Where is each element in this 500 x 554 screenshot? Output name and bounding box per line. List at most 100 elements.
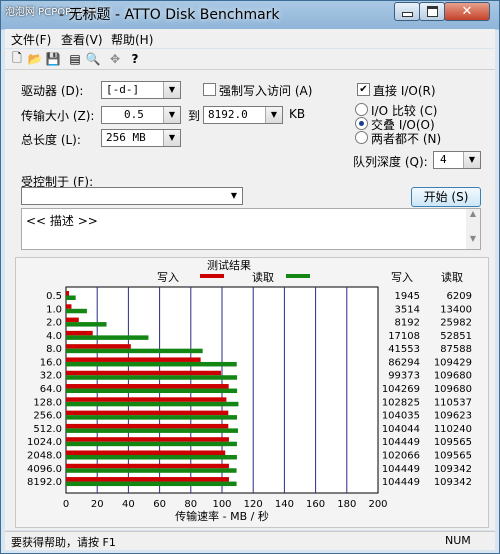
write-bar (66, 384, 229, 389)
x-tick-label: 180 (337, 499, 356, 510)
y-tick-label: 1.0 (46, 304, 62, 315)
queue-depth-select[interactable]: 4 ▼ (433, 151, 481, 169)
print-preview-icon[interactable]: ▤ (67, 51, 83, 67)
transfer-size-label: 传输大小 (Z): (21, 109, 95, 123)
y-tick-label: 32.0 (40, 371, 62, 382)
neither-radio[interactable] (355, 131, 368, 144)
y-tick-label: 8.0 (46, 344, 62, 355)
x-tick-label: 80 (184, 499, 197, 510)
y-tick-label: 2048.0 (27, 450, 62, 461)
y-tick-label: 4.0 (46, 331, 62, 342)
neither-label: 两者都不 (N) (371, 132, 442, 146)
write-value: 104449 (382, 464, 420, 475)
start-button[interactable]: 开始 (S) (411, 187, 481, 207)
read-bar (66, 348, 203, 354)
direct-io-checkbox[interactable]: ✔ (357, 83, 370, 96)
read-bar (66, 468, 237, 473)
write-value: 104035 (382, 411, 420, 422)
y-tick-label: 0.5 (46, 291, 62, 302)
direct-io-label: 直接 I/O(R) (373, 84, 436, 98)
write-value: 104449 (382, 477, 420, 488)
write-column-header: 写入 (391, 271, 413, 284)
title-bar[interactable]: 泡泡网 PCPOP.COM - 无标题 - ATTO Disk Benchmar… (1, 1, 499, 27)
write-value: 86294 (388, 357, 420, 368)
legend-write-label: 写入 (157, 271, 179, 284)
maximize-button[interactable] (419, 2, 445, 21)
read-value: 109342 (434, 477, 472, 488)
overlap-io-radio[interactable] (355, 117, 368, 130)
write-bar (66, 330, 93, 336)
write-value: 104044 (382, 424, 420, 435)
chevron-down-icon: ▼ (163, 82, 180, 98)
close-button[interactable]: ✕ (444, 2, 490, 21)
menu-view[interactable]: 查看(V) (61, 31, 103, 48)
drive-value: [-d-] (106, 83, 140, 96)
x-tick-label: 140 (275, 499, 294, 510)
total-length-label: 总长度 (L): (21, 133, 81, 147)
x-tick-label: 100 (212, 499, 231, 510)
read-bar (66, 335, 149, 340)
transfer-from-value: 0.5 (124, 108, 144, 121)
write-value: 102825 (382, 397, 420, 408)
write-value: 41553 (388, 344, 420, 355)
scroll-down-icon[interactable]: ▼ (466, 234, 480, 243)
menu-help[interactable]: 帮助(H) (111, 31, 153, 48)
open-folder-icon[interactable]: 📂 (27, 51, 43, 67)
read-bar (66, 401, 239, 407)
x-tick-label: 0 (63, 499, 69, 510)
transfer-from-select[interactable]: 0.5 ▼ (101, 106, 181, 124)
read-value: 109429 (434, 357, 472, 368)
status-bar: 要获得帮助，请按 F1 NUM (5, 531, 495, 550)
zoom-icon[interactable]: 🔍 (85, 51, 101, 67)
main-panel: 驱动器 (D): [-d-] ▼ 强制写入访问 (A) ✔ 直接 I/O(R) … (5, 70, 495, 530)
minimize-icon (401, 12, 413, 17)
y-tick-label: 1024.0 (27, 437, 62, 448)
menu-file[interactable]: 文件(F) (11, 31, 51, 48)
move-icon[interactable]: ✥ (107, 51, 123, 67)
description-scrollbar[interactable]: ▲ ▼ (466, 209, 480, 249)
total-length-value: 256 MB (106, 131, 146, 144)
chevron-down-icon: ▼ (163, 107, 180, 123)
y-tick-label: 4096.0 (27, 464, 62, 475)
write-value: 102066 (382, 450, 420, 461)
chevron-down-icon: ▼ (163, 130, 180, 146)
read-bar (66, 375, 238, 380)
drive-select[interactable]: [-d-] ▼ (101, 81, 181, 99)
transfer-to-select[interactable]: 8192.0 ▼ (203, 106, 283, 124)
drive-label: 驱动器 (D): (21, 84, 84, 98)
write-bar (66, 344, 131, 349)
y-tick-label: 2.0 (46, 318, 62, 329)
minimize-button[interactable] (394, 2, 420, 21)
app-window: 泡泡网 PCPOP.COM - 无标题 - ATTO Disk Benchmar… (0, 0, 500, 554)
status-help-text: 要获得帮助，请按 F1 (11, 536, 116, 549)
toolbar: 🗋 📂 💾 ▤ 🔍 ✥ ? (5, 49, 495, 70)
chart-title: 测试结果 (207, 259, 251, 272)
io-compare-radio[interactable] (355, 103, 368, 116)
window-title: - 无标题 - ATTO Disk Benchmark (59, 7, 280, 23)
controlled-by-select[interactable]: ▼ (21, 187, 243, 205)
legend-write-swatch (200, 274, 224, 278)
scroll-up-icon[interactable]: ▲ (466, 209, 480, 218)
read-value: 6209 (447, 291, 472, 302)
read-value: 87588 (440, 344, 472, 355)
force-write-checkbox[interactable] (203, 83, 216, 96)
total-length-select[interactable]: 256 MB ▼ (101, 129, 181, 147)
write-bar (66, 370, 222, 376)
x-tick-label: 160 (306, 499, 325, 510)
read-bar (66, 454, 237, 460)
new-file-icon[interactable]: 🗋 (9, 51, 25, 67)
help-icon[interactable]: ? (127, 51, 143, 67)
write-bar (66, 463, 229, 469)
read-value: 109623 (434, 411, 472, 422)
x-tick-label: 40 (122, 499, 135, 510)
save-icon[interactable]: 💾 (45, 51, 61, 67)
write-value: 3514 (395, 304, 420, 315)
description-field[interactable]: << 描述 >> ▲ ▼ (21, 208, 481, 250)
read-bar (66, 308, 87, 314)
read-value: 109565 (434, 450, 472, 461)
read-value: 110537 (434, 397, 472, 408)
y-tick-label: 512.0 (33, 424, 62, 435)
read-bar (66, 481, 237, 487)
transfer-to-value: 8192.0 (208, 108, 248, 121)
read-value: 109680 (434, 384, 472, 395)
